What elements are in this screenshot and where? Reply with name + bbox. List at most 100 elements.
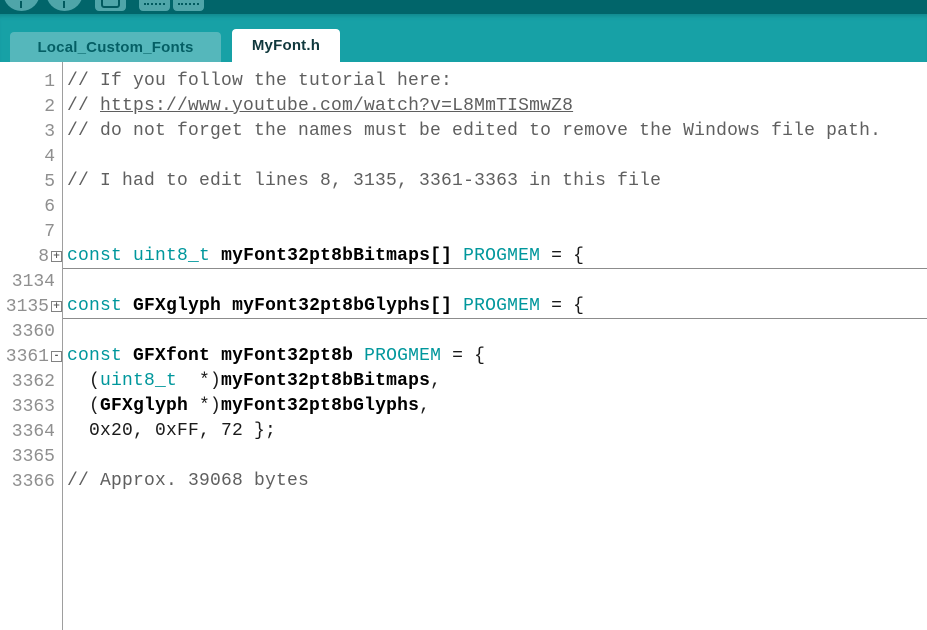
code-segment-id: myFont32pt8b	[221, 346, 354, 366]
code-segment-kw: PROGMEM	[463, 246, 541, 266]
code-segment-pl: = {	[540, 296, 585, 316]
line-number-text: 3134	[11, 271, 55, 292]
line-number: 3365	[0, 444, 63, 469]
fold-collapse-icon[interactable]: -	[51, 351, 62, 362]
toolbar	[0, 0, 927, 14]
line-number-text: 7	[44, 221, 55, 242]
tab-myfont-h[interactable]: MyFont.h	[232, 29, 340, 62]
line-number-text: 3135	[5, 296, 49, 317]
code-segment-id: myFont32pt8bGlyphs[]	[232, 296, 453, 316]
line-number: 3366	[0, 469, 63, 494]
code-segment-kw: uint8_t	[100, 371, 178, 391]
line-number: 8 +	[0, 244, 63, 269]
code-line-text[interactable]	[63, 444, 927, 469]
code-segment-pl	[210, 346, 221, 366]
code-segment-pl: = {	[441, 346, 486, 366]
line-number-text: 4	[44, 146, 55, 167]
code-line: 8 + const uint8_t myFont32pt8bBitmaps[] PR…	[0, 244, 927, 269]
new-document-icon	[101, 0, 120, 8]
code-segment-id: myFont32pt8bBitmaps[]	[221, 246, 453, 266]
line-number: 6	[0, 194, 63, 219]
new-sketch-button[interactable]	[95, 0, 126, 11]
open-button[interactable]	[139, 0, 170, 11]
line-number: 5	[0, 169, 63, 194]
upload-button[interactable]	[46, 0, 83, 11]
line-number-text: 3365	[11, 446, 55, 467]
code-line-text[interactable]: // Approx. 39068 bytes	[63, 469, 927, 494]
line-number: 7	[0, 219, 63, 244]
code-line-text[interactable]: const uint8_t myFont32pt8bBitmaps[] PROG…	[63, 244, 927, 269]
code-line: 3361- const GFXfont myFont32pt8b PROGMEM …	[0, 344, 927, 369]
code-segment-kw: const	[67, 246, 123, 266]
line-number: 1	[0, 69, 63, 94]
code-line-text[interactable]	[63, 219, 927, 244]
code-segment-pl: *)	[177, 371, 222, 391]
code-line: 2 // https://www.youtube.com/watch?v=L8Mm…	[0, 94, 927, 119]
code-line-text[interactable]: (uint8_t *)myFont32pt8bBitmaps,	[63, 369, 927, 394]
code-segment-pl: ,	[430, 371, 442, 391]
code-line: 3366 // Approx. 39068 bytes	[0, 469, 927, 494]
fold-expand-icon[interactable]: +	[51, 301, 62, 312]
code-line: 4	[0, 144, 927, 169]
arrow-right-icon	[63, 1, 65, 8]
code-segment-kw: PROGMEM	[463, 296, 541, 316]
code-segment-id: myFont32pt8bGlyphs	[221, 396, 420, 416]
line-number: 3362	[0, 369, 63, 394]
code-segment-cm: // I had to edit lines 8, 3135, 3361-336…	[67, 171, 662, 191]
code-line-text[interactable]: const GFXfont myFont32pt8b PROGMEM = {	[63, 344, 927, 369]
code-segment-pl	[122, 346, 133, 366]
code-segment-pl: (	[67, 371, 101, 391]
save-button[interactable]	[173, 0, 204, 11]
code-line-text[interactable]: // do not forget the names must be edite…	[63, 119, 927, 144]
line-number-text: 6	[44, 196, 55, 217]
code-segment-pl	[353, 346, 364, 366]
code-segment-pl	[452, 246, 463, 266]
line-number: 3135 +	[0, 294, 63, 319]
code-segment-cm: // If you follow the tutorial here:	[67, 71, 453, 91]
code-segment-kw: const	[67, 346, 123, 366]
code-segment-pl: (	[67, 396, 101, 416]
code-line-text[interactable]: // I had to edit lines 8, 3135, 3361-336…	[63, 169, 927, 194]
code-line: 3365	[0, 444, 927, 469]
code-segment-cm: // Approx. 39068 bytes	[67, 471, 310, 491]
code-editor: 1 // If you follow the tutorial here: 2 // …	[0, 62, 927, 630]
code-line: 3135 + const GFXglyph myFont32pt8bGlyphs[]…	[0, 294, 927, 319]
save-icon	[178, 3, 199, 5]
code-segment-kw: PROGMEM	[364, 346, 442, 366]
fold-expand-icon[interactable]: +	[51, 251, 62, 262]
line-number-text: 3362	[11, 371, 55, 392]
line-number-text: 3366	[11, 471, 55, 492]
code-line: 3 // do not forget the names must be edit…	[0, 119, 927, 144]
line-number-text: 8	[38, 246, 49, 267]
code-line: 6	[0, 194, 927, 219]
code-line-text[interactable]: 0x20, 0xFF, 72 };	[63, 419, 927, 444]
tab-local-custom-fonts[interactable]: Local_Custom_Fonts	[10, 32, 221, 62]
code-segment-id: myFont32pt8bBitmaps	[221, 371, 431, 391]
check-icon	[20, 1, 22, 8]
code-line: 3364 0x20, 0xFF, 72 };	[0, 419, 927, 444]
tab-bar: Local_Custom_Fonts MyFont.h	[0, 14, 927, 62]
code-line: 7	[0, 219, 927, 244]
line-number-text: 3	[44, 121, 55, 142]
code-line-text[interactable]	[63, 319, 927, 344]
line-number-text: 3363	[11, 396, 55, 417]
code-line-text[interactable]: const GFXglyph myFont32pt8bGlyphs[] PROG…	[63, 294, 927, 319]
line-number-text: 2	[44, 96, 55, 117]
verify-button[interactable]	[3, 0, 40, 11]
tab-label: MyFont.h	[251, 37, 321, 54]
code-line-text[interactable]	[63, 144, 927, 169]
line-number: 4	[0, 144, 63, 169]
code-line-text[interactable]: (GFXglyph *)myFont32pt8bGlyphs,	[63, 394, 927, 419]
code-area[interactable]: 1 // If you follow the tutorial here: 2 // …	[0, 62, 927, 494]
code-line: 3134	[0, 269, 927, 294]
code-segment-pl	[210, 246, 221, 266]
code-line-text[interactable]: // https://www.youtube.com/watch?v=L8MmT…	[63, 94, 927, 119]
line-number: 3361-	[0, 344, 63, 369]
line-number-text: 3361	[5, 346, 49, 367]
code-line-text[interactable]: // If you follow the tutorial here:	[63, 69, 927, 94]
code-segment-pl	[452, 296, 463, 316]
code-segment-pl	[122, 296, 133, 316]
code-line-text[interactable]	[63, 194, 927, 219]
code-segment-pl: 0x20, 0xFF, 72 };	[67, 421, 277, 441]
code-line-text[interactable]	[63, 269, 927, 294]
